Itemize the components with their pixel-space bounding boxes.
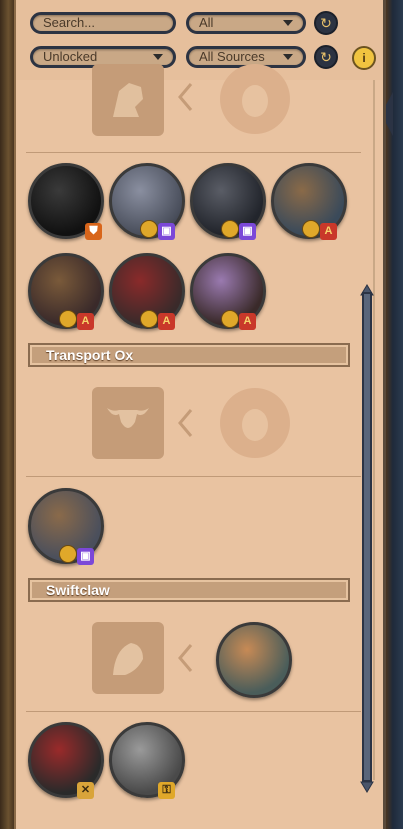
chevron-down-icon xyxy=(153,54,163,60)
chevron-left-icon xyxy=(178,644,193,672)
filter-header: Search... All ↻ Unlocked All Sources ↻ i xyxy=(16,0,383,80)
achievement-icon: A xyxy=(77,313,94,330)
mount-icon[interactable]: A xyxy=(271,163,347,240)
background-left-edge xyxy=(0,0,14,829)
achievement-icon: A xyxy=(239,313,256,330)
coin-icon xyxy=(59,545,77,563)
chevron-left-icon xyxy=(178,409,193,437)
locked-mount-silhouette xyxy=(220,388,290,458)
mount-icon[interactable]: ✕ xyxy=(28,722,104,799)
mount-icon[interactable]: ⛊ xyxy=(28,163,104,240)
lock-icon: ⚿ xyxy=(158,782,175,799)
status-value: Unlocked xyxy=(43,49,98,64)
search-placeholder: Search... xyxy=(43,15,96,30)
mount-icon[interactable]: ▣ xyxy=(109,163,185,240)
achievement-icon: A xyxy=(158,313,175,330)
info-symbol: i xyxy=(362,51,366,65)
search-input[interactable]: Search... xyxy=(30,12,176,34)
crossbow-icon: ✕ xyxy=(77,782,94,799)
twitch-icon: ▣ xyxy=(239,223,256,240)
twitch-icon: ▣ xyxy=(158,223,175,240)
twitch-icon: ▣ xyxy=(77,548,94,565)
section-title: Transport Ox xyxy=(46,347,134,363)
mount-icon[interactable]: ▣ xyxy=(28,488,104,565)
shield-icon: ⛊ xyxy=(85,223,102,240)
panel-inner-border xyxy=(373,80,375,780)
chevron-down-icon xyxy=(283,20,293,26)
mount-emblem-ox xyxy=(92,387,164,459)
locked-mount-silhouette xyxy=(220,64,290,134)
mount-icon[interactable]: ⚿ xyxy=(109,722,185,799)
mount-icon[interactable]: A xyxy=(28,253,104,330)
chevron-down-icon xyxy=(283,54,293,60)
scroll-down-arrow[interactable] xyxy=(360,780,374,794)
section-header-swiftclaw: Swiftclaw xyxy=(28,578,350,602)
scrollbar[interactable] xyxy=(362,292,372,782)
category-value: All xyxy=(199,15,214,30)
row-divider xyxy=(26,711,361,712)
chevron-left-icon xyxy=(178,83,193,111)
coin-icon xyxy=(140,220,158,238)
reset-icon[interactable]: ↻ xyxy=(314,11,338,35)
coin-icon xyxy=(221,310,239,328)
mount-icon[interactable]: ▣ xyxy=(190,163,266,240)
source-value: All Sources xyxy=(199,49,265,64)
coin-icon xyxy=(302,220,320,238)
mount-emblem-horse xyxy=(92,64,164,136)
section-header-transport-ox: Transport Ox xyxy=(28,343,350,367)
achievement-icon: A xyxy=(320,223,337,240)
coin-icon xyxy=(221,220,239,238)
mount-icon[interactable]: A xyxy=(190,253,266,330)
row-divider xyxy=(26,476,361,477)
coin-icon xyxy=(140,310,158,328)
info-icon[interactable]: i xyxy=(352,46,376,70)
section-title: Swiftclaw xyxy=(46,582,110,598)
coin-icon xyxy=(59,310,77,328)
mount-icon[interactable] xyxy=(216,622,292,698)
row-divider xyxy=(26,152,361,153)
mount-icon[interactable]: A xyxy=(109,253,185,330)
mount-emblem-swiftclaw xyxy=(92,622,164,694)
mount-panel: Search... All ↻ Unlocked All Sources ↻ i… xyxy=(14,0,386,829)
category-dropdown[interactable]: All xyxy=(186,12,306,34)
reset-icon[interactable]: ↻ xyxy=(314,45,338,69)
